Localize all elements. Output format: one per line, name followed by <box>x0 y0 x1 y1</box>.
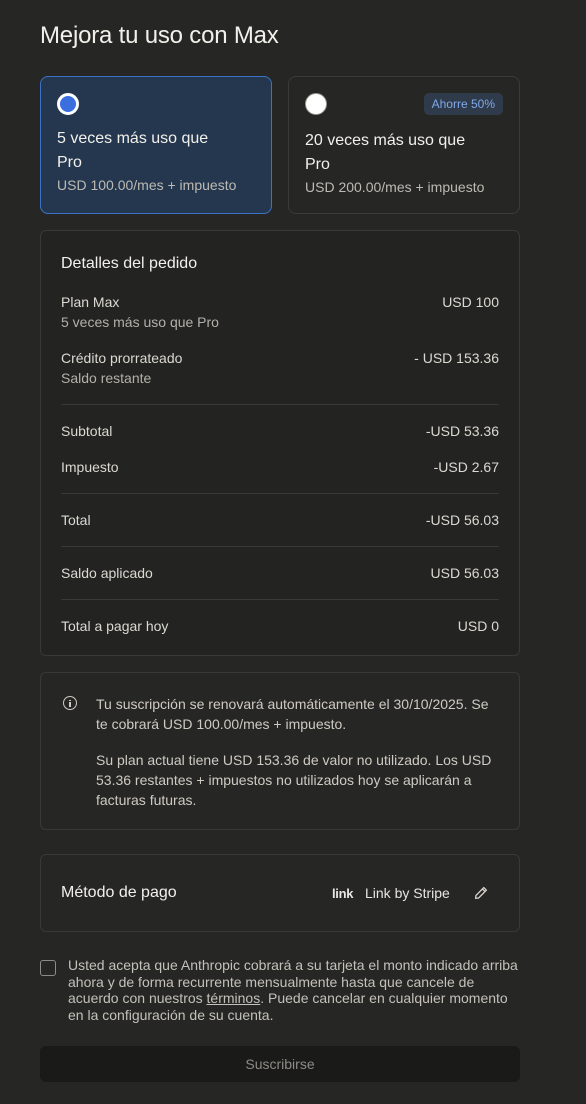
total-label: Total <box>61 512 91 528</box>
link-logo: link <box>332 886 354 901</box>
terms-link[interactable]: términos <box>207 990 261 1006</box>
plan-amount: USD 100 <box>442 294 499 310</box>
page-title: Mejora tu uso con Max <box>40 22 279 49</box>
renewal-info-box: Tu suscripción se renovará automáticamen… <box>40 672 520 830</box>
order-row-tax: Impuesto -USD 2.67 <box>61 459 499 479</box>
plan-title: 20 veces más uso que Pro <box>305 132 466 173</box>
credit-label: Crédito prorrateado <box>61 350 183 366</box>
radio-unselected[interactable] <box>305 93 327 115</box>
order-heading: Detalles del pedido <box>61 255 198 272</box>
due-label: Total a pagar hoy <box>61 618 169 634</box>
order-row-subtotal: Subtotal -USD 53.36 <box>61 423 499 443</box>
tax-label: Impuesto <box>61 459 119 475</box>
tax-amount: -USD 2.67 <box>433 459 499 475</box>
balance-amount: USD 56.03 <box>430 565 499 581</box>
unused-value-text: Su plan actual tiene USD 153.36 de valor… <box>96 752 492 808</box>
order-row-plan: Plan Max 5 veces más uso que Pro USD 100 <box>61 294 499 334</box>
order-row-total: Total -USD 56.03 <box>61 512 499 532</box>
plan-price: USD 200.00/mes + impuesto <box>305 179 485 195</box>
payment-method-value: Link by Stripe <box>365 885 450 901</box>
pencil-icon[interactable] <box>473 885 489 901</box>
plan-title: 5 veces más uso que Pro <box>57 130 209 171</box>
info-icon <box>63 696 77 710</box>
plan-card-max-5x[interactable]: 5 veces más uso que Pro USD 100.00/mes +… <box>40 76 272 214</box>
payment-method-label: Método de pago <box>61 884 177 901</box>
balance-label: Saldo aplicado <box>61 565 153 581</box>
due-amount: USD 0 <box>457 618 499 634</box>
plan-sub: 5 veces más uso que Pro <box>61 314 219 330</box>
divider <box>61 404 499 405</box>
subscribe-button[interactable]: Suscribirse <box>40 1046 520 1082</box>
renewal-text: Tu suscripción se renovará automáticamen… <box>96 696 489 732</box>
consent-text: Usted acepta que Anthropic cobrará a su … <box>68 957 520 1023</box>
payment-method: Método de pago link Link by Stripe <box>40 854 520 932</box>
divider <box>61 599 499 600</box>
total-amount: -USD 56.03 <box>425 512 499 528</box>
subtotal-label: Subtotal <box>61 423 113 439</box>
order-details: Detalles del pedido Plan Max 5 veces más… <box>40 230 520 656</box>
divider <box>61 546 499 547</box>
plan-label: Plan Max <box>61 294 120 310</box>
plan-card-max-20x[interactable]: Ahorre 50% 20 veces más uso que Pro USD … <box>288 76 520 214</box>
terms-checkbox[interactable] <box>40 960 56 976</box>
order-row-due: Total a pagar hoy USD 0 <box>61 618 499 638</box>
save-badge: Ahorre 50% <box>423 93 503 115</box>
radio-selected[interactable] <box>57 93 79 115</box>
plan-price: USD 100.00/mes + impuesto <box>57 177 237 193</box>
credit-amount: - USD 153.36 <box>414 350 499 366</box>
credit-sub: Saldo restante <box>61 370 152 386</box>
divider <box>61 493 499 494</box>
subtotal-amount: -USD 53.36 <box>425 423 499 439</box>
order-row-balance: Saldo aplicado USD 56.03 <box>61 565 499 585</box>
order-row-credit: Crédito prorrateado Saldo restante - USD… <box>61 350 499 390</box>
